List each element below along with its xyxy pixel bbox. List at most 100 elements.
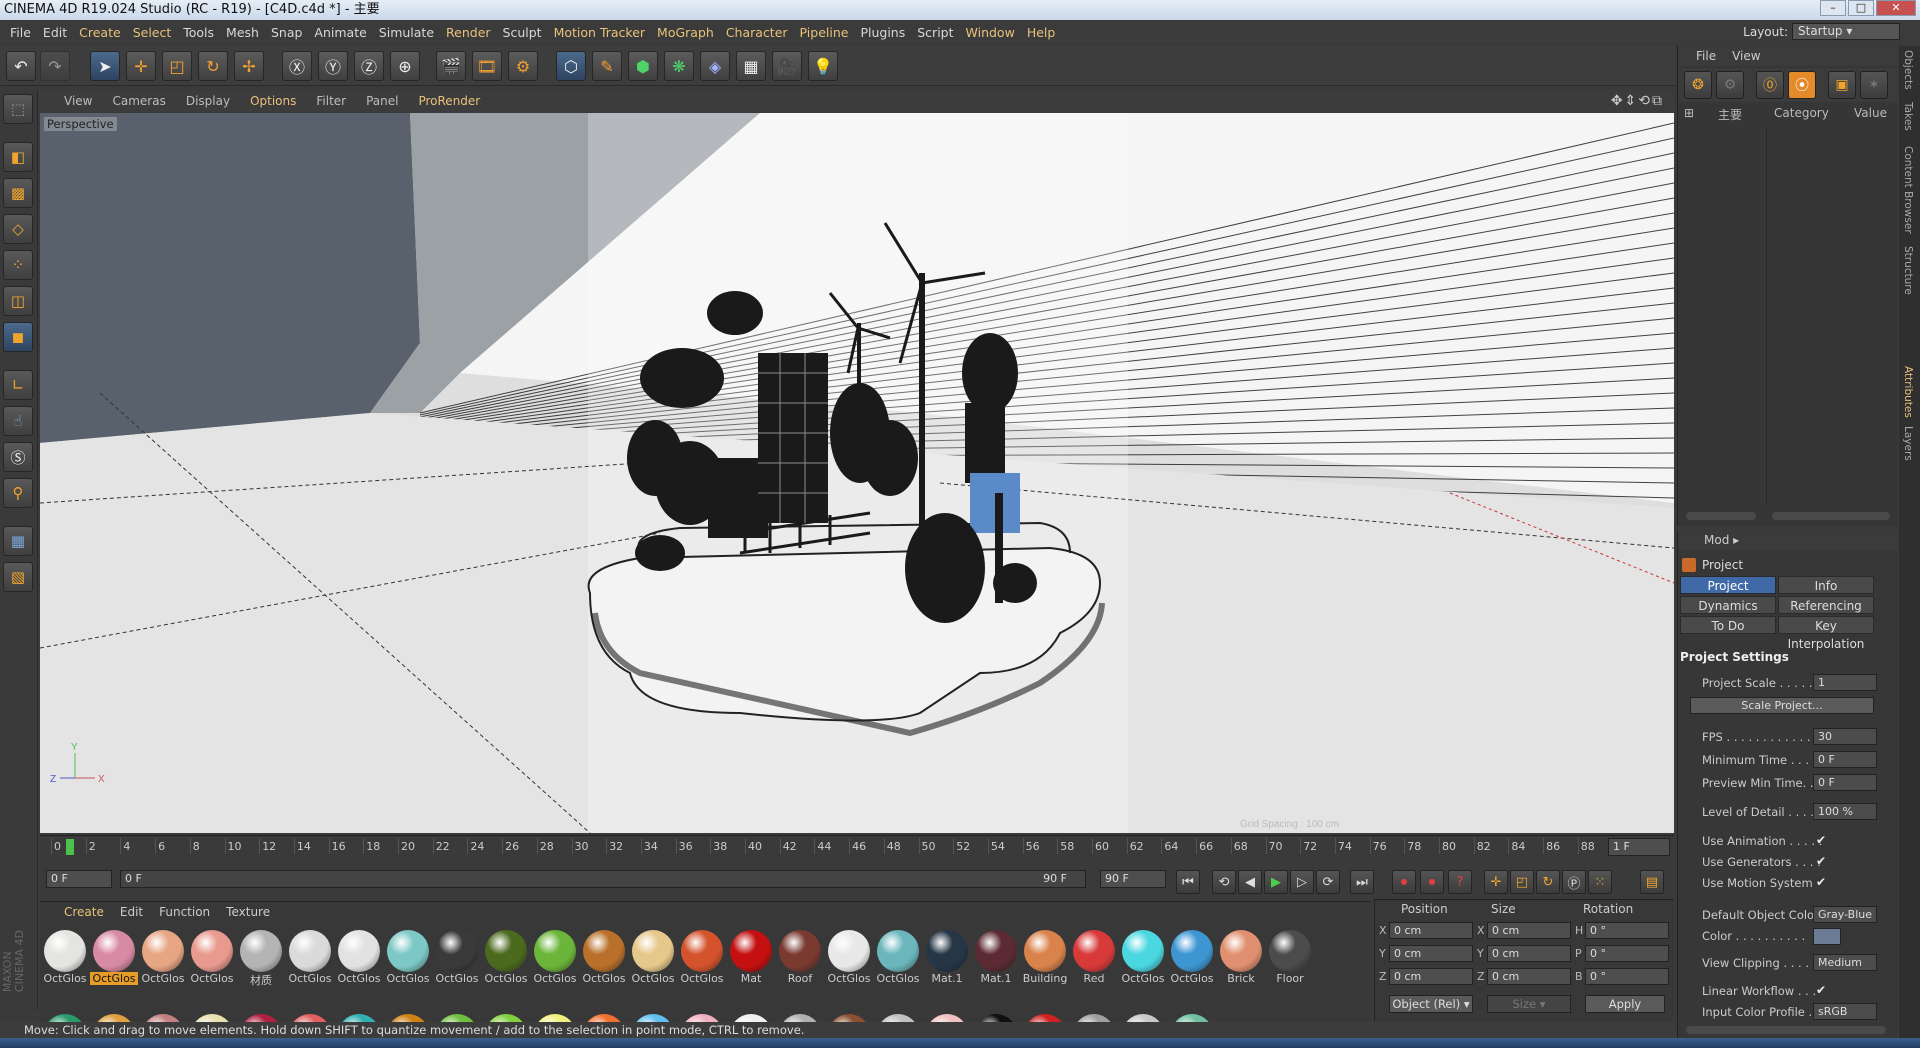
- attribute-value[interactable]: 30: [1813, 728, 1877, 745]
- material-swatch[interactable]: [1169, 1012, 1215, 1022]
- material-swatch[interactable]: OctGlos: [483, 928, 529, 986]
- material-swatch[interactable]: Red: [1071, 928, 1117, 986]
- menu-motion-tracker[interactable]: Motion Tracker: [548, 25, 651, 40]
- material-swatch[interactable]: OctGlos: [581, 928, 627, 986]
- material-swatch[interactable]: Mat.1: [924, 928, 970, 986]
- tab-to-do[interactable]: To Do: [1680, 616, 1776, 634]
- attribute-scrollbar[interactable]: [1686, 1026, 1886, 1034]
- key-rotation-icon[interactable]: ↻: [1536, 870, 1560, 894]
- material-swatch[interactable]: [826, 1012, 872, 1022]
- material-swatch[interactable]: OctGlos: [385, 928, 431, 986]
- transform-icon[interactable]: ✢: [234, 51, 264, 81]
- rotation-h-field[interactable]: 0 °: [1585, 922, 1669, 939]
- position-z-field[interactable]: 0 cm: [1389, 968, 1473, 985]
- menu-sculpt[interactable]: Sculpt: [497, 25, 548, 40]
- size-mode-dropdown[interactable]: Size ▾: [1487, 995, 1571, 1013]
- scale-project-button[interactable]: Scale Project...: [1690, 697, 1874, 714]
- objects-view-menu[interactable]: View: [1732, 49, 1760, 63]
- tree-toggle-icon[interactable]: ⊞: [1684, 106, 1694, 120]
- material-swatch[interactable]: OctGlos: [140, 928, 186, 986]
- coordinate-mode-dropdown[interactable]: Object (Rel) ▾: [1389, 995, 1473, 1013]
- material-swatch[interactable]: [238, 1012, 284, 1022]
- side-tab-attributes[interactable]: Attributes: [1902, 366, 1914, 418]
- autokey-icon[interactable]: ⏺: [1420, 870, 1444, 894]
- apply-button[interactable]: Apply: [1585, 995, 1665, 1013]
- attribute-value[interactable]: Medium: [1813, 954, 1877, 971]
- viewport-menu-view[interactable]: View: [54, 94, 102, 108]
- octane-light-icon[interactable]: ✶: [1860, 71, 1888, 99]
- lock-workplane-icon[interactable]: ▦: [3, 526, 33, 556]
- menu-simulate[interactable]: Simulate: [373, 25, 440, 40]
- go-to-start-icon[interactable]: ⏮: [1176, 870, 1200, 894]
- material-swatch[interactable]: Mat: [728, 928, 774, 986]
- material-swatch[interactable]: OctGlos: [336, 928, 382, 986]
- viewport-menu-panel[interactable]: Panel: [356, 94, 408, 108]
- attribute-value[interactable]: sRGB: [1813, 1003, 1877, 1020]
- key-pla-icon[interactable]: ⁙: [1588, 870, 1612, 894]
- render-view-icon[interactable]: 🎬: [436, 51, 466, 81]
- tab-dynamics[interactable]: Dynamics: [1680, 596, 1776, 614]
- material-swatch[interactable]: OctGlos: [1169, 928, 1215, 986]
- cube-icon[interactable]: ⬡: [556, 51, 586, 81]
- viewport-menu-filter[interactable]: Filter: [306, 94, 356, 108]
- viewport-nav-icons[interactable]: ✥⇕⟲⧉: [1611, 93, 1664, 109]
- move-icon[interactable]: ✛: [126, 51, 156, 81]
- redo-icon[interactable]: ↷: [40, 51, 70, 81]
- magnet-icon[interactable]: ⚲: [3, 478, 33, 508]
- menu-create[interactable]: Create: [73, 25, 127, 40]
- viewport-menu-prorender[interactable]: ProRender: [408, 94, 490, 108]
- render-picture-viewer-icon[interactable]: 🎞: [472, 51, 502, 81]
- menu-edit[interactable]: Edit: [37, 25, 73, 40]
- material-swatch[interactable]: 材质: [238, 928, 284, 987]
- attribute-mode-label[interactable]: Mod: [1704, 533, 1729, 547]
- subdivision-icon[interactable]: ⬢: [628, 51, 658, 81]
- close-button[interactable]: ✕: [1876, 0, 1916, 16]
- minimize-button[interactable]: –: [1820, 0, 1846, 16]
- menu-render[interactable]: Render: [440, 25, 497, 40]
- material-swatch[interactable]: [287, 1012, 333, 1022]
- size-x-field[interactable]: 0 cm: [1487, 922, 1571, 939]
- material-swatch[interactable]: OctGlos: [826, 928, 872, 986]
- side-tab-structure[interactable]: Structure: [1902, 246, 1914, 295]
- planar-workplane-icon[interactable]: ▧: [3, 562, 33, 592]
- render-settings-icon[interactable]: ⚙: [508, 51, 538, 81]
- octane-material-icon[interactable]: ⦿: [1788, 71, 1816, 99]
- material-swatch[interactable]: [924, 1012, 970, 1022]
- play-icon[interactable]: ▶: [1264, 870, 1288, 894]
- material-swatch[interactable]: Brick: [1218, 928, 1264, 986]
- menu-animate[interactable]: Animate: [308, 25, 372, 40]
- next-key-icon[interactable]: ⟳: [1316, 870, 1340, 894]
- material-swatch[interactable]: [679, 1012, 725, 1022]
- cloner-icon[interactable]: ❋: [664, 51, 694, 81]
- frame-range-slider[interactable]: 0 F 90 F: [120, 870, 1086, 888]
- horizontal-scrollbar[interactable]: [1686, 512, 1756, 520]
- material-swatch[interactable]: OctGlos: [630, 928, 676, 986]
- points-mode-icon[interactable]: ⁘: [3, 250, 33, 280]
- octane-render-icon[interactable]: ❂: [1684, 71, 1712, 99]
- attribute-value[interactable]: 0 F: [1813, 751, 1877, 768]
- material-swatch[interactable]: [777, 1012, 823, 1022]
- attribute-checkbox[interactable]: ✔: [1816, 854, 1826, 868]
- menu-window[interactable]: Window: [960, 25, 1021, 40]
- menu-select[interactable]: Select: [127, 25, 178, 40]
- material-swatch[interactable]: OctGlos: [434, 928, 480, 986]
- model-mode-icon[interactable]: ◧: [3, 142, 33, 172]
- attribute-value[interactable]: 1: [1813, 674, 1877, 691]
- attribute-checkbox[interactable]: ✔: [1816, 875, 1826, 889]
- z-axis-icon[interactable]: Ⓩ: [354, 51, 384, 81]
- menu-tools[interactable]: Tools: [177, 25, 220, 40]
- previous-key-icon[interactable]: ⟲: [1212, 870, 1236, 894]
- key-scale-icon[interactable]: ◰: [1510, 870, 1534, 894]
- size-y-field[interactable]: 0 cm: [1487, 945, 1571, 962]
- menu-file[interactable]: File: [4, 25, 37, 40]
- material-swatch[interactable]: [973, 1012, 1019, 1022]
- material-swatch[interactable]: [728, 1012, 774, 1022]
- position-y-field[interactable]: 0 cm: [1389, 945, 1473, 962]
- material-menu-texture[interactable]: Texture: [226, 905, 270, 919]
- attribute-value[interactable]: 100 %: [1813, 803, 1877, 820]
- tab-info[interactable]: Info: [1778, 576, 1874, 594]
- material-swatch[interactable]: Mat.1: [973, 928, 1019, 986]
- current-frame-field[interactable]: 1 F: [1608, 838, 1670, 856]
- material-swatch[interactable]: OctGlos: [679, 928, 725, 986]
- attribute-value[interactable]: Gray-Blue: [1813, 906, 1877, 923]
